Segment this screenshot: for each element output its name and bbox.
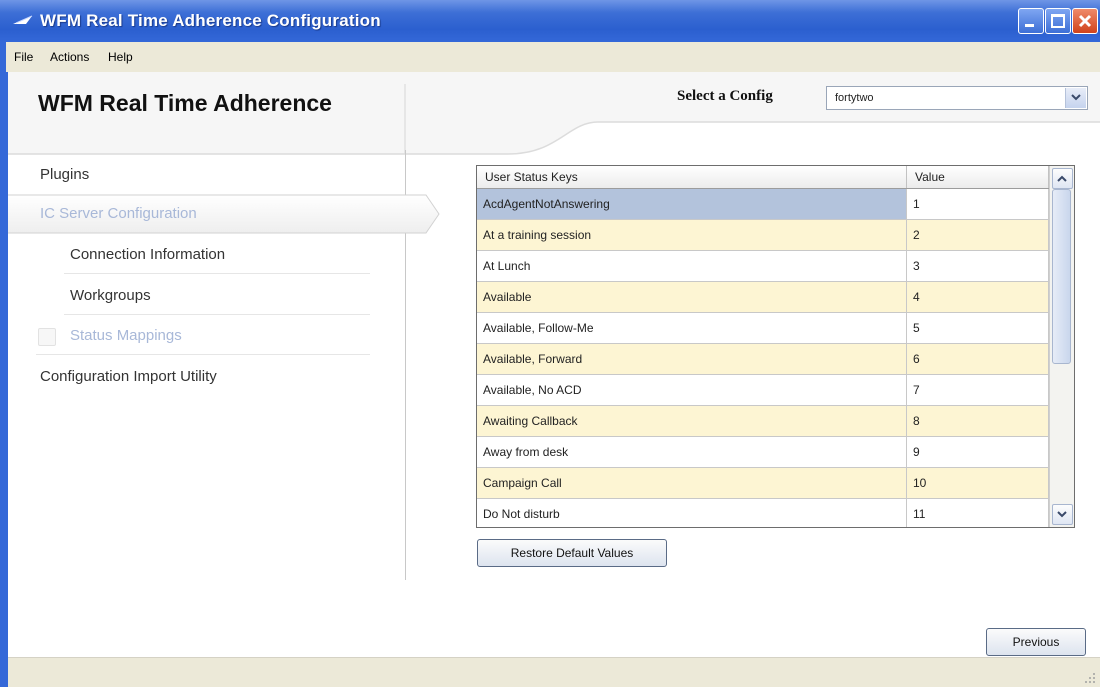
status-key-cell[interactable]: At Lunch <box>477 250 907 282</box>
app-window: WFM Real Time Adherence Configuration Fi… <box>0 0 1100 687</box>
scrollbar-thumb[interactable] <box>1052 189 1071 364</box>
sidebar-item-plugins[interactable]: Plugins <box>40 166 89 183</box>
menu-file[interactable]: File <box>14 50 33 64</box>
vertical-scrollbar[interactable] <box>1049 166 1074 527</box>
status-key-cell[interactable]: Available, Follow-Me <box>477 312 907 344</box>
scroll-down-button[interactable] <box>1052 504 1073 525</box>
sidebar-item-connection-information[interactable]: Connection Information <box>70 246 225 263</box>
table-row[interactable]: Campaign Call 10 <box>477 467 1049 499</box>
chevron-down-icon <box>1057 511 1067 518</box>
app-icon <box>13 15 33 24</box>
scroll-up-button[interactable] <box>1052 168 1073 189</box>
config-dropdown-value: fortytwo <box>835 92 874 104</box>
page-title: WFM Real Time Adherence <box>38 90 332 116</box>
table-row[interactable]: At Lunch 3 <box>477 250 1049 282</box>
page-icon <box>38 328 56 346</box>
chevron-down-icon <box>1071 94 1081 101</box>
column-header-user-status-keys[interactable]: User Status Keys <box>477 166 907 189</box>
close-icon <box>1078 14 1092 28</box>
status-key-cell[interactable]: At a training session <box>477 219 907 251</box>
value-cell[interactable]: 6 <box>906 343 1049 375</box>
status-key-cell[interactable]: Available, Forward <box>477 343 907 375</box>
table-row[interactable]: Do Not disturb 11 <box>477 498 1049 527</box>
minimize-button[interactable] <box>1018 8 1044 34</box>
config-dropdown[interactable]: fortytwo <box>826 86 1088 110</box>
menu-actions[interactable]: Actions <box>50 50 89 64</box>
status-key-cell[interactable]: Campaign Call <box>477 467 907 499</box>
value-cell[interactable]: 4 <box>906 281 1049 313</box>
value-cell[interactable]: 2 <box>906 219 1049 251</box>
restore-default-values-button[interactable]: Restore Default Values <box>477 539 667 567</box>
table-row[interactable]: Awaiting Callback 8 <box>477 405 1049 437</box>
table-header-row: User Status Keys Value <box>477 166 1049 189</box>
status-bar <box>8 657 1100 687</box>
table-row[interactable]: Available, Follow-Me 5 <box>477 312 1049 344</box>
column-header-value[interactable]: Value <box>906 166 1049 189</box>
status-key-cell[interactable]: Awaiting Callback <box>477 405 907 437</box>
menu-bar: File Actions Help <box>0 42 1100 72</box>
window-title: WFM Real Time Adherence Configuration <box>40 11 381 30</box>
menu-help[interactable]: Help <box>108 50 133 64</box>
value-cell[interactable]: 8 <box>906 405 1049 437</box>
sidebar-item-status-mappings[interactable]: Status Mappings <box>70 327 182 344</box>
sidebar-separator <box>36 354 370 355</box>
previous-button[interactable]: Previous <box>986 628 1086 656</box>
value-cell[interactable]: 10 <box>906 467 1049 499</box>
value-cell[interactable]: 1 <box>906 188 1049 220</box>
maximize-button[interactable] <box>1045 8 1071 34</box>
value-cell[interactable]: 3 <box>906 250 1049 282</box>
table-row[interactable]: Away from desk 9 <box>477 436 1049 468</box>
sidebar-separator <box>64 273 370 274</box>
status-key-cell[interactable]: Away from desk <box>477 436 907 468</box>
table-row[interactable]: AcdAgentNotAnswering 1 <box>477 188 1049 220</box>
select-config-label: Select a Config <box>677 88 773 104</box>
window-frame-left <box>0 72 8 687</box>
value-cell[interactable]: 11 <box>906 498 1049 527</box>
table-row[interactable]: At a training session 2 <box>477 219 1049 251</box>
status-key-cell[interactable]: AcdAgentNotAnswering <box>477 188 907 220</box>
value-cell[interactable]: 9 <box>906 436 1049 468</box>
status-key-cell[interactable]: Available, No ACD <box>477 374 907 406</box>
title-bar[interactable]: WFM Real Time Adherence Configuration <box>0 0 1100 42</box>
status-key-cell[interactable]: Do Not disturb <box>477 498 907 527</box>
status-key-cell[interactable]: Available <box>477 281 907 313</box>
sidebar-item-ic-server-configuration[interactable]: IC Server Configuration <box>40 205 197 222</box>
resize-grip-icon[interactable] <box>1084 672 1096 684</box>
table-row[interactable]: Available 4 <box>477 281 1049 313</box>
status-table: User Status Keys Value AcdAgentNotAnswer… <box>477 166 1049 527</box>
dropdown-button[interactable] <box>1065 88 1086 108</box>
sidebar-separator <box>64 314 370 315</box>
chevron-up-icon <box>1057 175 1067 182</box>
status-mapping-grid[interactable]: User Status Keys Value AcdAgentNotAnswer… <box>476 165 1075 528</box>
value-cell[interactable]: 7 <box>906 374 1049 406</box>
close-button[interactable] <box>1072 8 1098 34</box>
sidebar-item-workgroups[interactable]: Workgroups <box>70 287 151 304</box>
value-cell[interactable]: 5 <box>906 312 1049 344</box>
table-row[interactable]: Available, Forward 6 <box>477 343 1049 375</box>
sidebar-item-configuration-import-utility[interactable]: Configuration Import Utility <box>40 368 217 385</box>
table-row[interactable]: Available, No ACD 7 <box>477 374 1049 406</box>
